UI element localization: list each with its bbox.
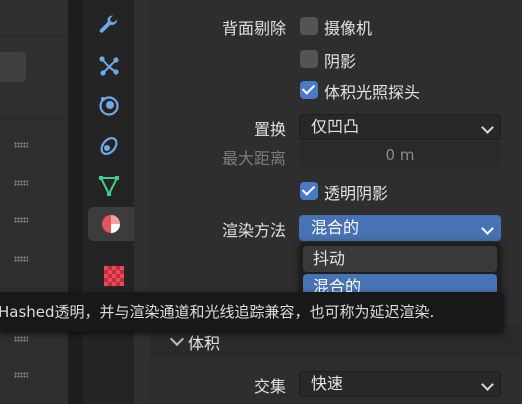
displacement-value: 仅凹凸 (311, 117, 360, 136)
tab-constraints[interactable] (90, 129, 128, 163)
tooltip: Hashed透明，并与渲染通道和光线追踪兼容，也可称为延迟渲染. (0, 292, 504, 332)
drag-grip-icon[interactable] (14, 180, 28, 186)
chevron-down-icon (481, 378, 494, 391)
max-distance-label: 最大距离 (221, 149, 286, 168)
drag-grip-icon[interactable] (14, 256, 28, 262)
texture-icon (104, 266, 124, 286)
tab-modifiers[interactable] (90, 9, 128, 43)
drag-grip-icon[interactable] (14, 336, 28, 342)
tooltip-text: Hashed透明，并与渲染通道和光线追踪兼容，也可称为延迟渲染. (0, 303, 435, 321)
particles-icon (99, 56, 119, 76)
tab-texture[interactable] (90, 260, 128, 294)
displacement-dropdown[interactable]: 仅凹凸 (299, 114, 501, 140)
physics-icon (99, 96, 119, 116)
shadow-checkbox[interactable] (300, 50, 318, 68)
chevron-down-icon (481, 121, 494, 134)
light-probe-volume-label[interactable]: 体积光照探头 (324, 79, 420, 103)
transparent-shadow-checkbox[interactable] (300, 182, 318, 200)
transparent-shadow-label[interactable]: 透明阴影 (324, 180, 388, 204)
drag-grip-icon[interactable] (14, 372, 28, 378)
intersection-dropdown[interactable]: 快速 (299, 371, 501, 397)
drag-grip-icon[interactable] (14, 217, 28, 223)
light-probe-volume-checkbox[interactable] (300, 81, 318, 99)
wrench-icon (99, 15, 118, 33)
tab-physics[interactable] (90, 89, 128, 123)
chevron-down-icon (481, 222, 494, 235)
camera-checkbox-label[interactable]: 摄像机 (324, 15, 372, 39)
outliner-header (0, 0, 68, 37)
outliner-panel (0, 0, 68, 404)
render-method-dropdown[interactable]: 混合的 (299, 215, 501, 241)
data-icon (99, 176, 119, 197)
area-divider[interactable] (68, 0, 82, 404)
tab-material[interactable] (88, 207, 134, 241)
backface-culling-label: 背面剔除 (221, 19, 286, 38)
drag-grip-icon[interactable] (14, 142, 28, 148)
shadow-checkbox-label[interactable]: 阴影 (324, 48, 356, 72)
tab-object-data[interactable] (90, 169, 128, 203)
max-distance-field[interactable]: 0 m (299, 142, 501, 168)
properties-tab-column (82, 0, 134, 404)
chevron-down-icon (169, 331, 185, 347)
displacement-label: 置换 (253, 120, 286, 139)
render-method-value: 混合的 (311, 218, 360, 237)
intersection-label: 交集 (253, 377, 286, 396)
material-icon (102, 215, 120, 233)
outliner-search-field[interactable] (0, 52, 26, 82)
tab-particles[interactable] (90, 49, 128, 83)
camera-checkbox[interactable] (300, 17, 318, 35)
intersection-value: 快速 (311, 374, 344, 393)
volume-section-title: 体积 (188, 334, 221, 353)
render-method-label: 渲染方法 (221, 221, 286, 240)
row-divider (0, 118, 68, 119)
constraints-icon (100, 137, 118, 155)
menu-item-dither[interactable]: 抖动 (303, 246, 497, 272)
